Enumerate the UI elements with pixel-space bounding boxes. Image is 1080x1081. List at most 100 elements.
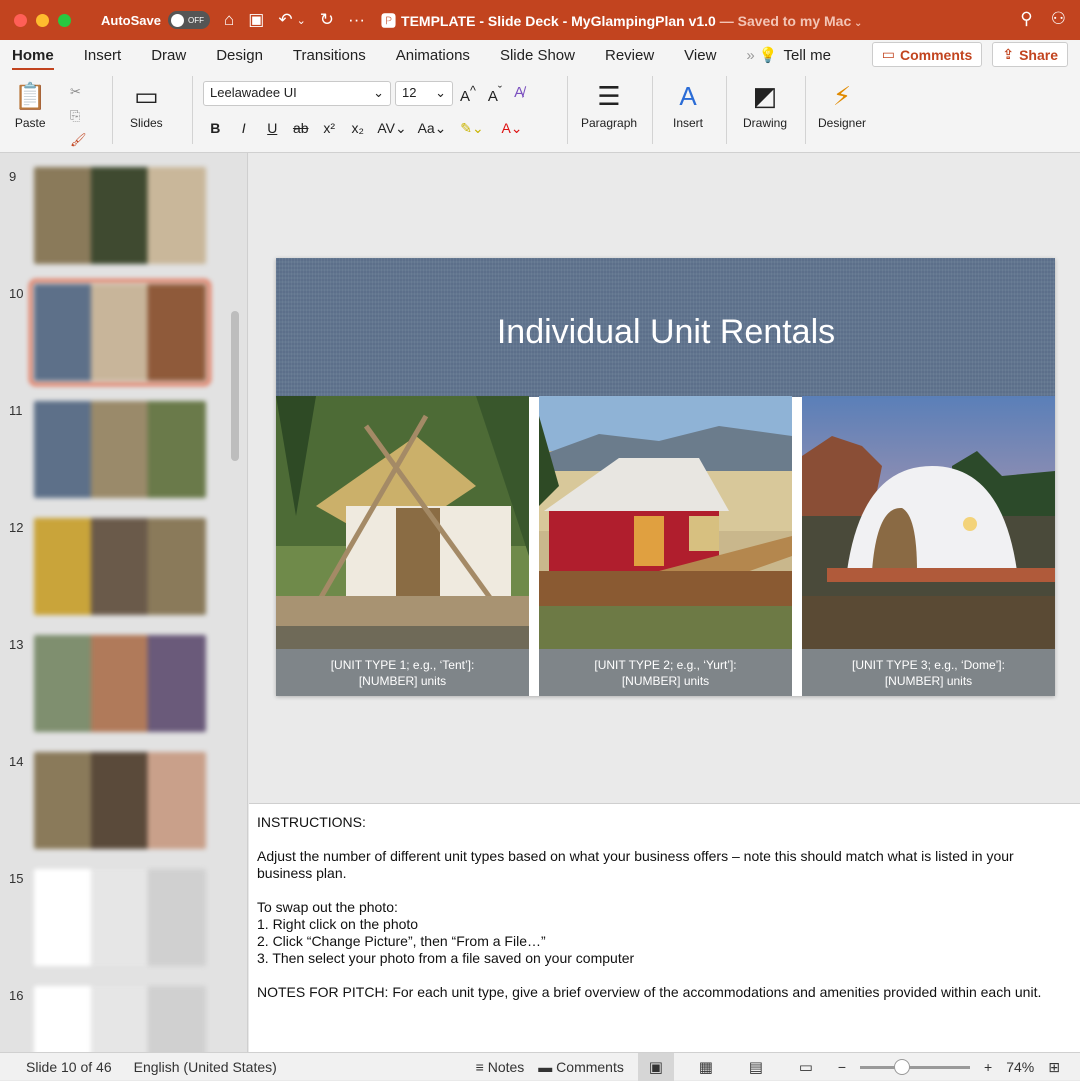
slide-editor[interactable]: Individual Unit Rentals [UNIT TYPE 1; e.… [249, 153, 1080, 803]
slide-thumbnail[interactable] [34, 635, 206, 732]
close-window-button[interactable] [14, 13, 27, 27]
slide-thumbnail[interactable] [34, 752, 206, 849]
current-slide[interactable]: Individual Unit Rentals [UNIT TYPE 1; e.… [276, 258, 1055, 696]
reading-view-button[interactable]: ▤ [738, 1053, 774, 1081]
cut-icon[interactable]: ✂ [70, 80, 87, 104]
home-icon[interactable]: ⌂ [224, 10, 234, 30]
chevron-down-icon[interactable]: ⌄ [297, 14, 306, 27]
redo-icon[interactable]: ↻ [320, 10, 334, 30]
paste-button[interactable]: 📋 Paste [14, 76, 46, 130]
font-size-select[interactable]: 12 ⌄ [395, 81, 453, 106]
unit-photo-dome[interactable] [802, 396, 1055, 649]
tab-view[interactable]: View [684, 47, 716, 64]
tab-animations[interactable]: Animations [396, 47, 470, 64]
chevron-down-icon: ⌄ [435, 85, 446, 100]
subscript-icon[interactable]: x₂ [344, 120, 373, 137]
highlight-color-icon[interactable]: ✎⌄ [452, 120, 492, 137]
change-case-icon[interactable]: Aa⌄ [412, 120, 452, 137]
font-name-select[interactable]: Leelawadee UI ⌄ [203, 81, 391, 106]
underline-icon[interactable]: U [258, 120, 287, 137]
paragraph-button[interactable]: ☰ Paragraph [581, 76, 637, 130]
share-button[interactable]: ⇪ Share [992, 42, 1068, 67]
unit-caption-3[interactable]: [UNIT TYPE 3; e.g., ‘Dome’]: [NUMBER] uni… [802, 649, 1055, 696]
tab-review[interactable]: Review [605, 47, 654, 64]
autosave-state: OFF [187, 15, 204, 25]
language-status[interactable]: English (United States) [134, 1059, 277, 1075]
minimize-window-button[interactable] [36, 13, 49, 27]
tab-insert[interactable]: Insert [84, 47, 122, 64]
insert-button[interactable]: A Insert [673, 76, 703, 130]
paragraph-align-icon: ☰ [597, 81, 621, 111]
unit-photo-tent[interactable] [276, 396, 529, 649]
drawing-button[interactable]: ◩ Drawing [743, 76, 787, 130]
caption-line: [UNIT TYPE 3; e.g., ‘Dome’]: [852, 658, 1005, 672]
character-spacing-icon[interactable]: AV⌄ [372, 120, 412, 137]
tab-design[interactable]: Design [216, 47, 263, 64]
unit-caption-1[interactable]: [UNIT TYPE 1; e.g., ‘Tent’]: [NUMBER] uni… [276, 649, 529, 696]
slide-thumbnail[interactable] [34, 167, 206, 264]
search-icon[interactable]: ⚲ [1020, 9, 1032, 29]
superscript-icon[interactable]: x² [315, 120, 344, 137]
slide-thumbnail[interactable] [29, 279, 211, 386]
slide-sorter-view-button[interactable]: ▦ [688, 1053, 724, 1081]
increase-font-size-icon[interactable]: A^ [460, 84, 476, 105]
tell-me-label: Tell me [783, 46, 831, 64]
slide-thumbnail[interactable] [34, 869, 206, 966]
more-icon[interactable]: ··· [348, 10, 365, 30]
zoom-slider-handle[interactable] [894, 1058, 911, 1075]
notes-heading: INSTRUCTIONS: [257, 814, 366, 830]
tab-draw[interactable]: Draw [151, 47, 186, 64]
slide-thumbnail[interactable] [34, 518, 206, 615]
chevron-down-icon: ⌄ [373, 85, 384, 100]
unit-caption-2[interactable]: [UNIT TYPE 2; e.g., ‘Yurt’]: [NUMBER] uni… [539, 649, 792, 696]
italic-icon[interactable]: I [230, 120, 259, 137]
normal-view-button[interactable]: ▣ [637, 1053, 674, 1081]
format-painter-icon[interactable]: 🖌 [70, 128, 87, 152]
paragraph-label: Paragraph [581, 116, 638, 130]
tab-home[interactable]: Home [12, 47, 54, 71]
zoom-in-icon[interactable]: + [984, 1059, 992, 1075]
comments-toggle[interactable]: ▬ Comments [538, 1059, 624, 1075]
slide-layout-icon: ▭ [134, 81, 159, 111]
share-people-icon[interactable]: ⚇ [1051, 9, 1066, 29]
notes-step: 2. Click “Change Picture”, then “From a … [257, 933, 546, 949]
save-icon[interactable]: ▣ [248, 10, 264, 30]
tab-transitions[interactable]: Transitions [293, 47, 366, 64]
font-name-value: Leelawadee UI [210, 85, 297, 100]
speaker-notes[interactable]: INSTRUCTIONS: Adjust the number of diffe… [249, 803, 1080, 1052]
zoom-window-button[interactable] [58, 13, 71, 27]
document-title[interactable]: 🅿 TEMPLATE - Slide Deck - MyGlampingPlan … [381, 10, 862, 31]
slide-thumbnail-pane[interactable]: 9 10 11 12 13 14 15 16 [0, 153, 248, 1052]
font-size-value: 12 [402, 85, 417, 100]
tell-me-search[interactable]: 💡 Tell me [759, 46, 831, 65]
unit-photo-yurt[interactable] [539, 396, 792, 649]
autosave-toggle[interactable]: OFF [167, 11, 210, 29]
notes-toggle[interactable]: ≡ Notes [476, 1059, 525, 1075]
slides-button[interactable]: ▭ Slides [130, 76, 163, 130]
undo-icon[interactable]: ↶ [278, 10, 292, 30]
thumbnail-scrollbar[interactable] [231, 311, 239, 461]
decrease-font-size-icon[interactable]: Aˇ [488, 84, 502, 105]
copy-icon[interactable]: ⎘ [70, 104, 87, 128]
bold-icon[interactable]: B [201, 120, 230, 137]
zoom-slider[interactable] [860, 1058, 971, 1075]
tab-slide-show[interactable]: Slide Show [500, 47, 575, 64]
slides-label: Slides [130, 116, 163, 130]
slideshow-view-button[interactable]: ▭ [788, 1053, 824, 1081]
comments-button[interactable]: ▭ Comments [871, 42, 983, 67]
comment-icon: ▭ [881, 46, 895, 62]
font-color-icon[interactable]: A⌄ [492, 120, 532, 137]
clear-formatting-icon[interactable]: A̸ [514, 84, 524, 105]
slide-number: 14 [9, 754, 24, 769]
zoom-out-icon[interactable]: − [838, 1059, 846, 1075]
designer-button[interactable]: ⚡ Designer [818, 76, 866, 130]
more-tabs-icon[interactable]: » [746, 47, 754, 64]
zoom-level[interactable]: 74% [1006, 1059, 1034, 1075]
fit-to-window-icon[interactable]: ⊞ [1048, 1059, 1060, 1076]
strikethrough-icon[interactable]: ab [287, 120, 316, 137]
slide-number: 10 [9, 286, 24, 301]
designer-icon: ⚡ [832, 81, 852, 111]
slide-thumbnail[interactable] [34, 986, 206, 1052]
slide-title[interactable]: Individual Unit Rentals [416, 313, 916, 352]
slide-thumbnail[interactable] [34, 401, 206, 498]
